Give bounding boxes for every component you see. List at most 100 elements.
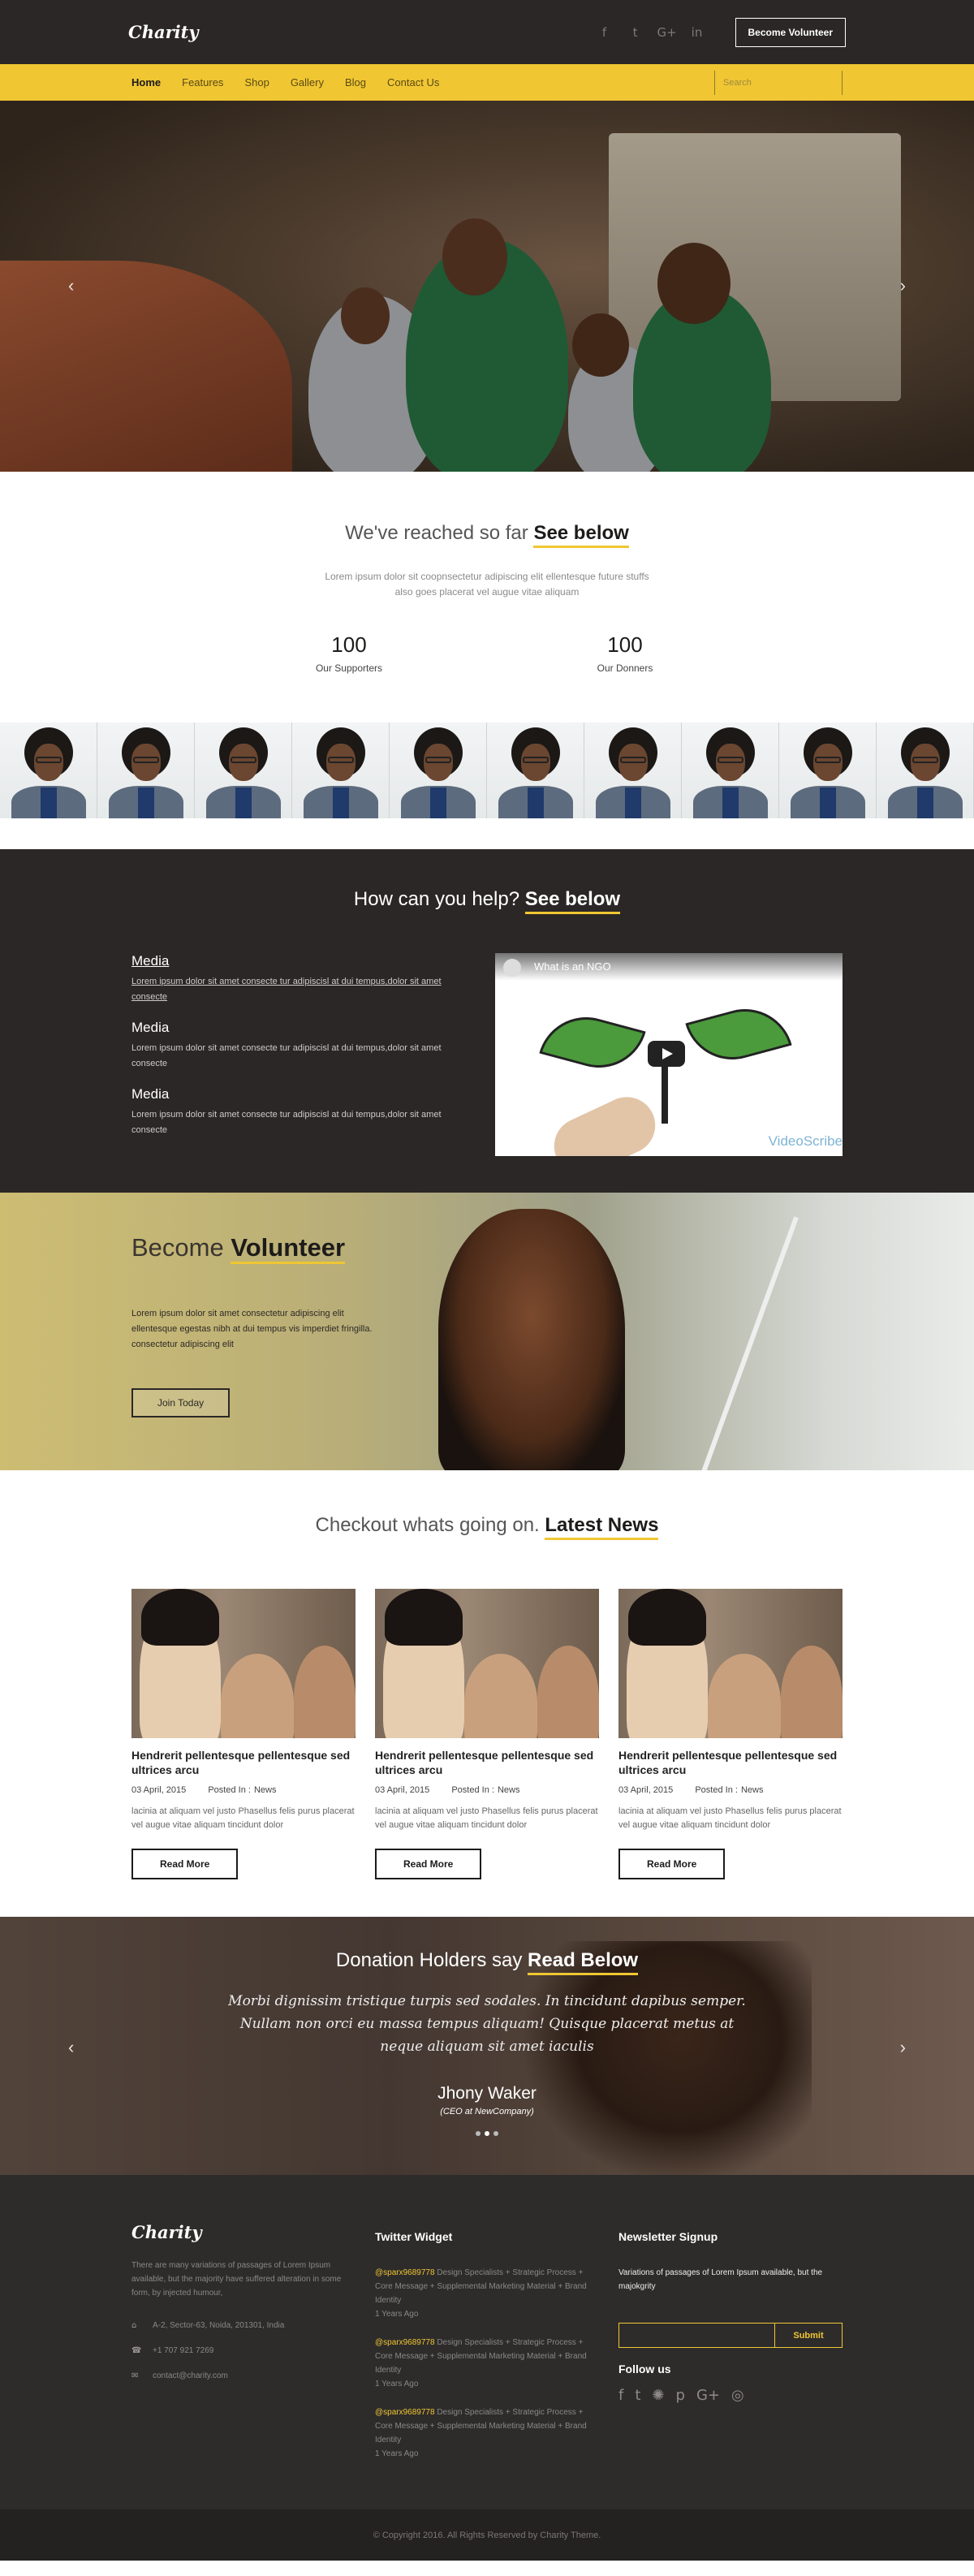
twitter-widget-title: Twitter Widget xyxy=(375,2230,453,2243)
footer-about-text: There are many variations of passages of… xyxy=(131,2261,342,2298)
newsletter-title: Newsletter Signup xyxy=(618,2230,718,2243)
news-child xyxy=(781,1646,843,1738)
twitter-icon[interactable]: t xyxy=(635,2387,640,2404)
nav-item-gallery[interactable]: Gallery xyxy=(291,76,324,88)
top-bar: Charity f t G+ in Become Volunteer xyxy=(0,0,974,64)
slider-dot-active[interactable] xyxy=(485,2131,489,2136)
site-logo[interactable]: Charity xyxy=(128,22,199,42)
follow-us-title: Follow us xyxy=(618,2362,671,2375)
media-list: Media Lorem ipsum dolor sit amet consect… xyxy=(131,953,472,1156)
play-icon[interactable] xyxy=(648,1041,685,1067)
news-date: 03 April, 2015 xyxy=(131,1785,187,1795)
hero-child-3-head xyxy=(572,313,629,377)
media-title[interactable]: Media xyxy=(131,953,472,969)
nav-item-contact[interactable]: Contact Us xyxy=(387,76,439,88)
supporter-photo[interactable] xyxy=(292,723,390,818)
phone-text[interactable]: +1 707 921 7269 xyxy=(153,2346,213,2355)
news-child xyxy=(464,1654,537,1738)
newsletter-text: Variations of passages of Lorem Ipsum av… xyxy=(618,2268,823,2291)
news-image[interactable] xyxy=(131,1589,356,1738)
tweet-handle[interactable]: @sparx9689778 xyxy=(375,2338,435,2347)
pinterest-icon[interactable]: p xyxy=(676,2387,685,2404)
news-meta: 03 April, 2015 Posted In : News xyxy=(131,1785,356,1795)
testimonial-prev-arrow[interactable]: ‹ xyxy=(68,2037,74,2058)
facebook-icon[interactable]: f xyxy=(596,25,614,40)
video-player[interactable]: What is an NGO VideoScribe xyxy=(495,953,843,1156)
media-title[interactable]: Media xyxy=(131,1086,472,1102)
supporter-photo[interactable] xyxy=(584,723,682,818)
main-nav: Home Features Shop Gallery Blog Contact … xyxy=(0,64,974,101)
read-more-button[interactable]: Read More xyxy=(131,1849,239,1879)
google-plus-icon[interactable]: G+ xyxy=(657,25,677,40)
join-today-button[interactable]: Join Today xyxy=(131,1388,231,1417)
nav-menu: Home Features Shop Gallery Blog Contact … xyxy=(131,76,439,88)
testimonial-next-arrow[interactable]: › xyxy=(900,2037,906,2058)
hero-slider: ‹ › xyxy=(0,101,974,472)
supporter-photo[interactable] xyxy=(487,723,584,818)
instagram-icon[interactable]: ◎ xyxy=(731,2387,744,2404)
category-value[interactable]: News xyxy=(741,1785,764,1795)
category-value[interactable]: News xyxy=(498,1785,520,1795)
search-input[interactable]: Search xyxy=(714,70,843,95)
news-heading: Checkout whats going on. Latest News xyxy=(0,1514,974,1540)
supporter-photo[interactable] xyxy=(0,723,97,818)
media-item[interactable]: Media Lorem ipsum dolor sit amet consect… xyxy=(131,1020,472,1072)
google-plus-icon[interactable]: G+ xyxy=(696,2387,720,2404)
footer-contact: ⌂ A-2, Sector-63, Noida, 201301, India ☎ +… xyxy=(131,2321,356,2380)
volunteer-section: Become Volunteer Lorem ipsum dolor sit a… xyxy=(0,1193,974,1470)
counter-label: Our Supporters xyxy=(315,662,383,674)
facebook-icon[interactable]: f xyxy=(618,2387,623,2404)
volunteer-tool xyxy=(700,1216,799,1470)
supporter-photo[interactable] xyxy=(97,723,195,818)
read-more-button[interactable]: Read More xyxy=(618,1849,726,1879)
volunteer-title: Become Volunteer xyxy=(131,1233,383,1264)
newsletter-form: Submit xyxy=(618,2323,843,2348)
media-item[interactable]: Media Lorem ipsum dolor sit amet consect… xyxy=(131,953,472,1005)
tweet-handle[interactable]: @sparx9689778 xyxy=(375,2408,435,2417)
volunteer-text: Lorem ipsum dolor sit amet consectetur a… xyxy=(131,1309,373,1349)
media-title[interactable]: Media xyxy=(131,1020,472,1036)
help-heading-light: How can you help? xyxy=(353,888,520,910)
supporter-photo[interactable] xyxy=(877,723,974,818)
slider-dot[interactable] xyxy=(476,2131,481,2136)
news-title[interactable]: Hendrerit pellentesque pellentesque sed … xyxy=(131,1748,356,1777)
news-title[interactable]: Hendrerit pellentesque pellentesque sed … xyxy=(618,1748,843,1777)
supporter-photo[interactable] xyxy=(390,723,487,818)
nav-item-blog[interactable]: Blog xyxy=(345,76,366,88)
tweet-handle[interactable]: @sparx9689778 xyxy=(375,2268,435,2277)
posted-prefix: Posted In : xyxy=(695,1785,738,1795)
news-image[interactable] xyxy=(375,1589,599,1738)
newsletter-submit-button[interactable]: Submit xyxy=(774,2323,843,2348)
address-text: A-2, Sector-63, Noida, 201301, India xyxy=(153,2321,285,2330)
hero-next-arrow[interactable]: › xyxy=(900,275,906,296)
twitter-icon[interactable]: t xyxy=(627,25,644,40)
supporter-photo[interactable] xyxy=(195,723,292,818)
tweet: @sparx9689778 Design Specialists + Strat… xyxy=(375,2336,599,2391)
news-title[interactable]: Hendrerit pellentesque pellentesque sed … xyxy=(375,1748,599,1777)
news-card: Hendrerit pellentesque pellentesque sed … xyxy=(618,1589,843,1879)
video-title[interactable]: What is an NGO xyxy=(495,953,843,981)
email-text[interactable]: contact@charity.com xyxy=(153,2371,228,2380)
channel-avatar[interactable] xyxy=(503,959,521,977)
hero-prev-arrow[interactable]: ‹ xyxy=(68,275,74,296)
footer-address: ⌂ A-2, Sector-63, Noida, 201301, India xyxy=(131,2321,356,2330)
read-more-button[interactable]: Read More xyxy=(375,1849,482,1879)
media-item[interactable]: Media Lorem ipsum dolor sit amet consect… xyxy=(131,1086,472,1138)
become-volunteer-button[interactable]: Become Volunteer xyxy=(735,17,846,47)
nav-item-features[interactable]: Features xyxy=(182,76,223,88)
newsletter-email-input[interactable] xyxy=(618,2323,774,2348)
news-image[interactable] xyxy=(618,1589,843,1738)
linkedin-icon[interactable]: in xyxy=(688,25,706,40)
nav-item-home[interactable]: Home xyxy=(131,76,161,88)
news-date: 03 April, 2015 xyxy=(375,1785,430,1795)
category-value[interactable]: News xyxy=(254,1785,277,1795)
nav-item-shop[interactable]: Shop xyxy=(244,76,269,88)
testimonial-slider: Donation Holders say Read Below Morbi di… xyxy=(0,1917,974,2175)
slider-dot[interactable] xyxy=(493,2131,498,2136)
news-category: Posted In : News xyxy=(695,1785,763,1795)
supporter-photo[interactable] xyxy=(682,723,779,818)
supporter-photo[interactable] xyxy=(779,723,877,818)
footer-logo[interactable]: Charity xyxy=(131,2222,356,2242)
dribbble-icon[interactable]: ✺ xyxy=(652,2387,664,2404)
